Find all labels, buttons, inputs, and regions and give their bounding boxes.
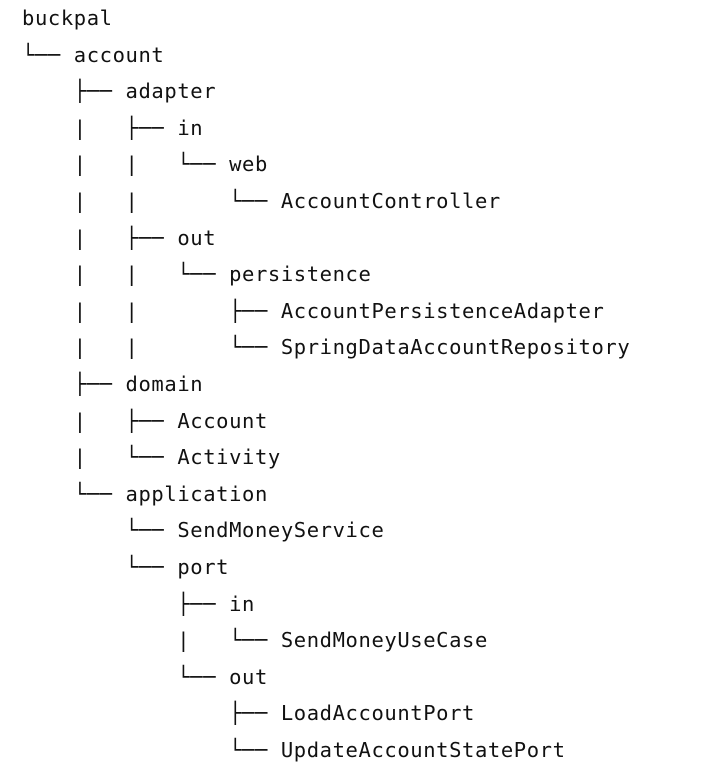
tree-branch-prefix: | └── [22, 445, 178, 470]
tree-branch-prefix: └── [22, 481, 126, 506]
tree-node-label: SpringDataAccountRepository [280, 335, 631, 360]
tree-node-label: Account [177, 408, 268, 433]
tree-line-send-money-use-case: | └── SendMoneyUseCase [22, 622, 630, 659]
tree-line-spring-data-account-repository: | | └── SpringDataAccountRepository [22, 329, 630, 366]
tree-line-application: └── application [22, 476, 630, 513]
tree-line-account-class: | ├── Account [22, 403, 630, 440]
tree-node-label: application [125, 481, 268, 506]
tree-branch-prefix: ├── [22, 371, 126, 396]
tree-line-load-account-port: ├── LoadAccountPort [22, 695, 630, 732]
tree-node-label: LoadAccountPort [280, 701, 475, 726]
tree-line-persistence: | | └── persistence [22, 256, 630, 293]
tree-branch-prefix: | | ├── [22, 298, 281, 323]
tree-line-update-account-state-port: └── UpdateAccountStatePort [22, 732, 630, 769]
tree-branch-prefix: | └── [22, 628, 281, 653]
tree-branch-prefix: └── [22, 42, 74, 67]
tree-node-label: AccountPersistenceAdapter [280, 298, 605, 323]
tree-branch-prefix: | | └── [22, 188, 281, 213]
tree-branch-prefix: └── [22, 737, 281, 762]
tree-node-label: SendMoneyService [177, 518, 385, 543]
tree-line-adapter-out: | ├── out [22, 220, 630, 257]
tree-line-account-controller: | | └── AccountController [22, 183, 630, 220]
tree-branch-prefix: | ├── [22, 115, 178, 140]
tree-branch-prefix: └── [22, 664, 230, 689]
tree-node-label: port [177, 554, 230, 579]
directory-tree: buckpal └── account ├── adapter | ├── in… [22, 0, 630, 768]
tree-branch-prefix: ├── [22, 701, 281, 726]
tree-line-port-out: └── out [22, 659, 630, 696]
tree-branch-prefix: | ├── [22, 408, 178, 433]
tree-node-label: AccountController [280, 188, 501, 213]
tree-node-label: SendMoneyUseCase [280, 628, 488, 653]
tree-node-label: domain [125, 371, 204, 396]
tree-node-label: in [177, 115, 204, 140]
tree-node-label: in [229, 591, 255, 616]
tree-line-port: └── port [22, 549, 630, 586]
tree-branch-prefix: | | └── [22, 335, 281, 360]
tree-line-account: └── account [22, 37, 630, 74]
tree-line-adapter: ├── adapter [22, 73, 630, 110]
tree-branch-prefix: | ├── [22, 225, 178, 250]
tree-branch-prefix: ├── [22, 79, 126, 104]
tree-line-activity: | └── Activity [22, 439, 630, 476]
tree-line-domain: ├── domain [22, 366, 630, 403]
tree-node-label: out [229, 664, 268, 689]
tree-node-label: buckpal [22, 6, 113, 30]
tree-node-label: persistence [229, 262, 372, 287]
tree-node-label: adapter [125, 79, 217, 104]
tree-branch-prefix: └── [22, 554, 178, 579]
tree-branch-prefix: └── [22, 518, 178, 543]
tree-line-send-money-service: └── SendMoneyService [22, 512, 630, 549]
tree-node-label: web [229, 152, 268, 177]
tree-line-adapter-in: | ├── in [22, 110, 630, 147]
tree-line-port-in: ├── in [22, 586, 630, 623]
tree-branch-prefix: | | └── [22, 262, 230, 287]
tree-node-label: account [73, 42, 165, 67]
tree-node-label: out [177, 225, 217, 250]
tree-line-buckpal: buckpal [22, 0, 630, 37]
tree-node-label: UpdateAccountStatePort [280, 737, 566, 762]
tree-line-web: | | └── web [22, 146, 630, 183]
tree-line-account-persistence-adapter: | | ├── AccountPersistenceAdapter [22, 293, 630, 330]
tree-branch-prefix: ├── [22, 591, 230, 616]
tree-node-label: Activity [177, 445, 281, 470]
tree-branch-prefix: | | └── [22, 152, 230, 177]
